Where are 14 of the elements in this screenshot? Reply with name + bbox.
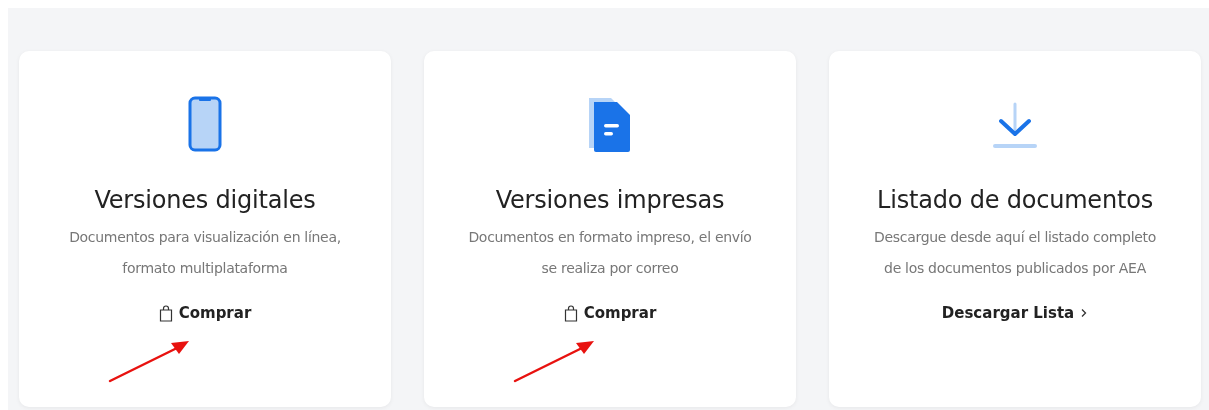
card-title: Versiones impresas [495,186,725,214]
card-description: Descargue desde aquí el listado completo de los documentos publicados por AEA [873,228,1157,278]
shopping-bag-icon [158,304,173,322]
card-title: Listado de documentos [877,186,1153,214]
card-description: Documentos para visualización en línea, formato multiplataforma [69,228,341,278]
action-link[interactable]: Descargar Lista [941,304,1089,322]
buy-link[interactable]: Comprar [158,304,252,322]
buy-link[interactable]: Comprar [563,304,657,322]
card-title: Versiones digitales [94,186,316,214]
shopping-bag-icon [563,304,578,322]
chevron-right-icon [1080,308,1089,318]
phone-icon [188,96,222,152]
document-icon [587,96,633,152]
card-description: Documentos en formato impreso, el envío se realiza por correo [468,228,752,278]
